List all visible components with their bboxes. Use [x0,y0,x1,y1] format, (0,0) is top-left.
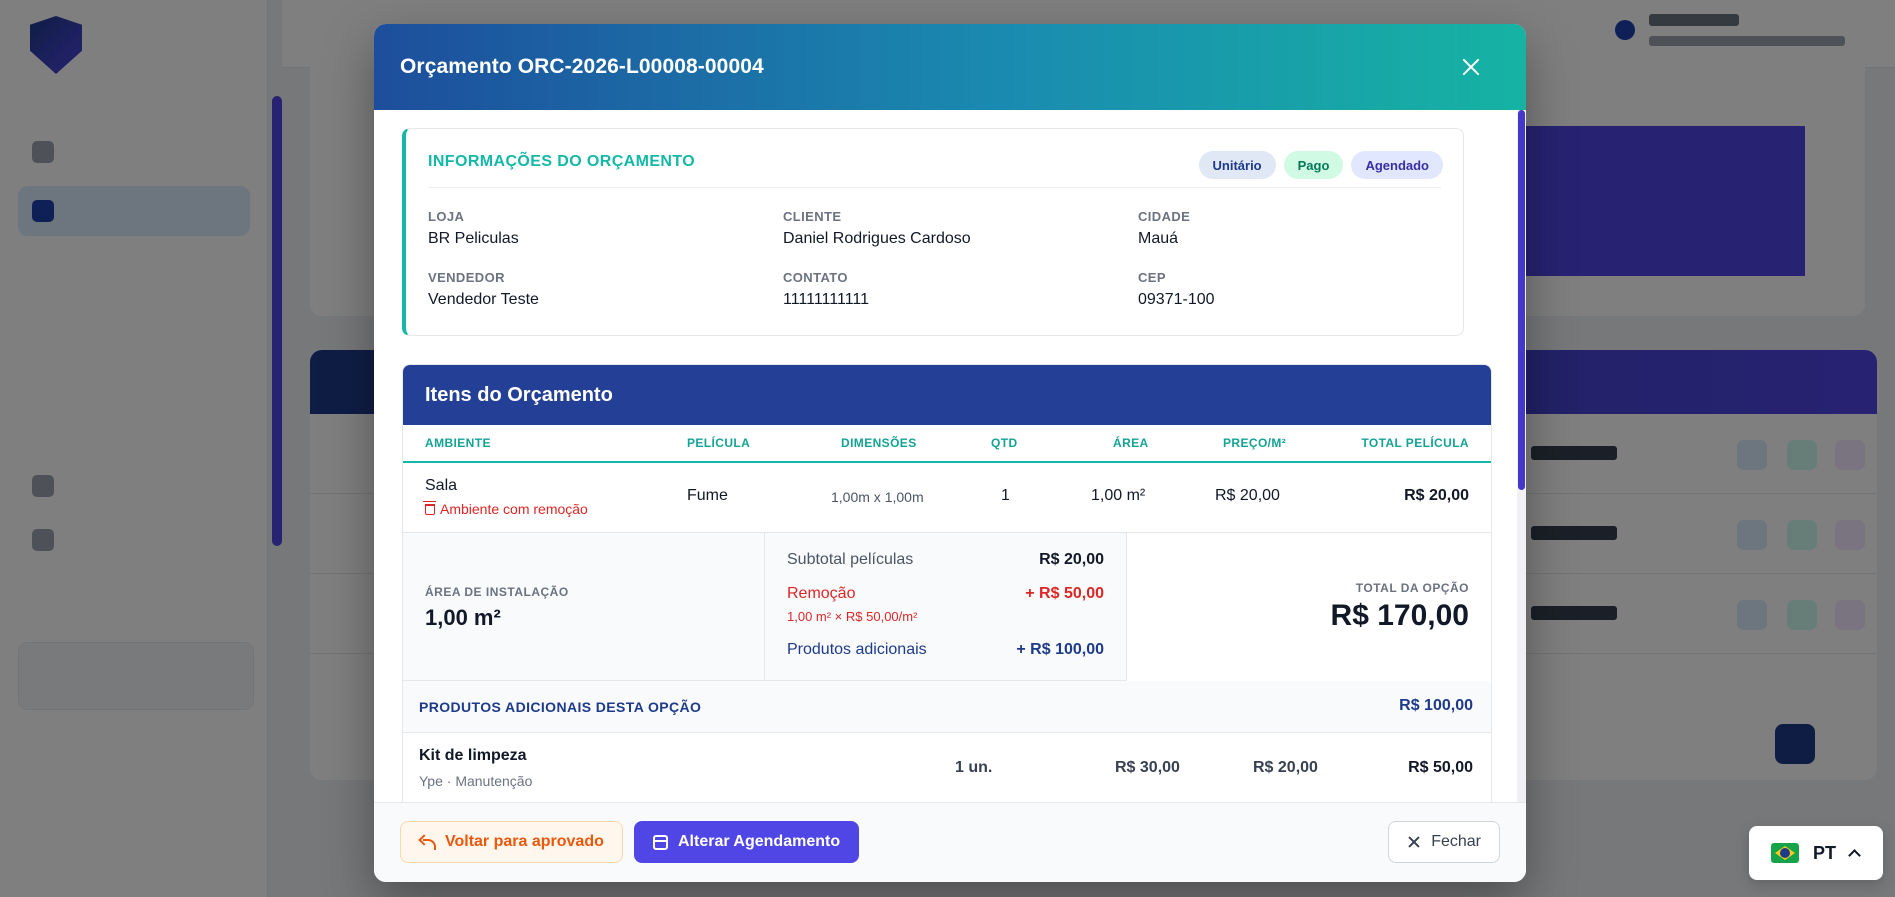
cost-breakdown-panel: Subtotal películas R$ 20,00 Remoção + R$… [765,533,1127,681]
install-area-panel: ÁREA DE INSTALAÇÃO 1,00 m² [403,533,765,681]
undo-arrow-icon [419,835,436,850]
close-icon [1407,835,1421,849]
field-value: 11111111111 [783,291,870,308]
field-label: CLIENTE [783,209,842,224]
modal-scrollbar[interactable] [1517,110,1526,826]
option-total-label: TOTAL DA OPÇÃO [1355,581,1469,595]
additional-products-title: PRODUTOS ADICIONAIS DESTA OPÇÃO [419,699,702,715]
col-area: ÁREA [1113,436,1149,450]
col-qtd: QTD [991,436,1018,450]
change-schedule-label: Alterar Agendamento [678,833,841,850]
col-dimensoes: DIMENSÕES [841,436,917,450]
product-total: R$ 50,00 [1408,759,1473,776]
removal-detail-line: 1,00 m² × R$ 50,00/m² [787,609,1104,624]
subtotal-line: Subtotal películas R$ 20,00 [787,551,1104,569]
field-cidade: CIDADE Mauá [1138,209,1190,248]
removal-line: Remoção + R$ 50,00 [787,585,1104,603]
field-value: Vendedor Teste [428,291,539,308]
pelicula-cell: Fume [687,487,728,504]
field-cliente: CLIENTE Daniel Rodrigues Cardoso [783,209,971,248]
payment-status-badge: Pago [1283,151,1344,179]
field-label: CIDADE [1138,209,1191,224]
col-ambiente: AMBIENTE [425,436,491,450]
modal-footer: Voltar para aprovado Alterar Agendamento… [374,802,1526,882]
option-total-value: R$ 170,00 [1330,599,1469,632]
removal-label: Remoção [787,585,856,602]
total-pelicula-cell: R$ 20,00 [1404,487,1469,504]
removal-value: + R$ 50,00 [1025,585,1104,602]
field-loja: LOJA BR Peliculas [428,209,519,248]
field-label: LOJA [428,209,465,224]
items-title: Itens do Orçamento [425,383,613,406]
field-value: Daniel Rodrigues Cardoso [783,230,971,247]
trash-icon [423,500,436,515]
close-button[interactable]: Fechar [1388,821,1500,863]
ambiente-cell: Sala [425,477,458,494]
subtotal-value: R$ 20,00 [1039,551,1104,568]
field-contato: CONTATO 11111111111 [783,270,869,309]
close-icon[interactable] [1458,54,1484,80]
additional-products-total: R$ 100,00 [1399,697,1473,714]
status-badges: Unitário Pago Agendado [1198,151,1443,179]
addl-products-label: Produtos adicionais [787,641,927,658]
preco-m2-cell: R$ 20,00 [1215,487,1280,504]
additional-products-header: PRODUTOS ADICIONAIS DESTA OPÇÃO R$ 100,0… [403,681,1491,733]
field-label: CONTATO [783,270,848,285]
back-to-approved-button[interactable]: Voltar para aprovado [400,821,623,863]
divider [428,187,1441,188]
calendar-icon [653,834,668,850]
scrollbar-thumb[interactable] [1518,110,1525,490]
items-column-headers: AMBIENTE PELÍCULA DIMENSÕES QTD ÁREA PRE… [403,425,1491,463]
install-area-label: ÁREA DE INSTALAÇÃO [425,585,569,599]
field-cep: CEP 09371-100 [1138,270,1215,309]
field-vendedor: VENDEDOR Vendedor Teste [428,270,539,309]
product-qty: 1 un. [955,759,993,776]
field-label: CEP [1138,270,1166,285]
dimensoes-cell: 1,00m x 1,00m [831,489,924,505]
product-price-a: R$ 30,00 [1115,759,1180,776]
option-total-panel: TOTAL DA OPÇÃO R$ 170,00 [1127,533,1491,681]
subtotal-label: Subtotal películas [787,551,914,568]
close-label: Fechar [1431,833,1481,850]
modal-title: Orçamento ORC-2026-L00008-00004 [400,55,764,78]
removal-detail: 1,00 m² × R$ 50,00/m² [787,609,918,624]
quote-items-card: Itens do Orçamento AMBIENTE PELÍCULA DIM… [402,364,1492,826]
schedule-status-badge: Agendado [1351,151,1443,179]
brazil-flag-icon [1771,843,1799,863]
back-to-approved-label: Voltar para aprovado [445,833,604,850]
modal-body[interactable]: INFORMAÇÕES DO ORÇAMENTO Unitário Pago A… [374,110,1526,826]
field-value: 09371-100 [1138,291,1215,308]
col-total-pelicula: TOTAL PELÍCULA [1361,436,1469,450]
removal-tag-label: Ambiente com remoção [440,501,588,517]
col-preco-m2: PREÇO/M² [1223,436,1287,450]
removal-tag: Ambiente com remoção [423,500,588,517]
quote-modal: Orçamento ORC-2026-L00008-00004 INFORMAÇ… [374,24,1526,882]
field-label: VENDEDOR [428,270,505,285]
change-schedule-button[interactable]: Alterar Agendamento [634,821,860,863]
area-cell: 1,00 m² [1091,487,1146,504]
language-code: PT [1813,842,1837,863]
product-price-b: R$ 20,00 [1253,759,1318,776]
quote-info-card: INFORMAÇÕES DO ORÇAMENTO Unitário Pago A… [402,128,1464,336]
modal-header: Orçamento ORC-2026-L00008-00004 [374,24,1526,110]
chevron-up-icon [1848,848,1861,862]
info-card-title: INFORMAÇÕES DO ORÇAMENTO [428,153,696,170]
language-selector[interactable]: PT [1749,826,1883,880]
col-pelicula: PELÍCULA [687,436,751,450]
table-row: Sala Ambiente com remoção Fume 1,00m x 1… [403,463,1491,533]
install-area-value: 1,00 m² [425,605,501,630]
qtd-cell: 1 [1001,487,1010,504]
addl-products-line: Produtos adicionais + R$ 100,00 [787,641,1104,659]
items-header: Itens do Orçamento [403,365,1491,425]
field-value: BR Peliculas [428,230,519,247]
product-name: Kit de limpeza [419,747,527,764]
option-summary: ÁREA DE INSTALAÇÃO 1,00 m² Subtotal pelí… [403,533,1491,681]
addl-products-value: + R$ 100,00 [1016,641,1104,658]
field-value: Mauá [1138,230,1179,247]
product-subtitle: Ype · Manutenção [419,773,533,789]
list-item: Kit de limpeza Ype · Manutenção 1 un. R$… [403,733,1491,803]
type-badge: Unitário [1198,151,1276,179]
